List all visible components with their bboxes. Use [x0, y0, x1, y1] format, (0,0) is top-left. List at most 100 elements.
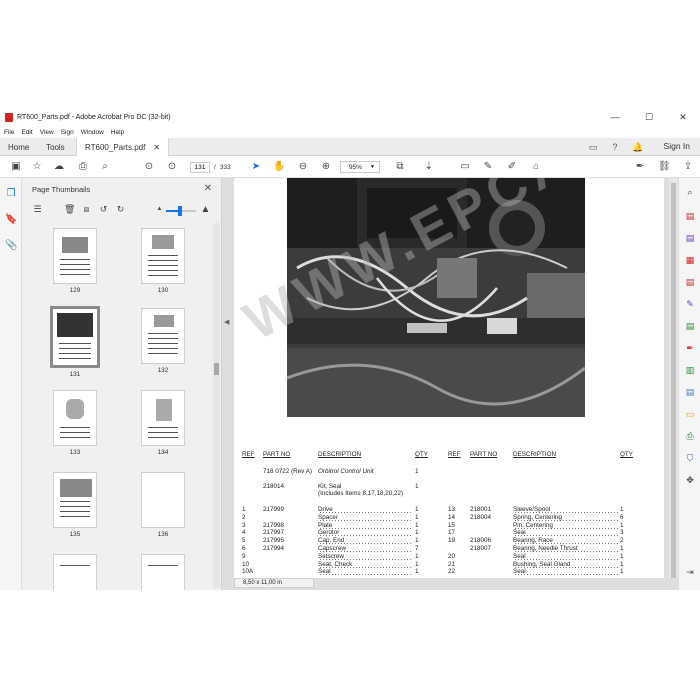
acrobat-app-icon: [5, 112, 13, 122]
header-part-no: PART NO: [263, 451, 291, 458]
expand-pane-icon[interactable]: ⇥: [684, 566, 696, 578]
parts-cell-qty: 1: [415, 560, 419, 568]
kit-part-no: 218014: [263, 483, 285, 490]
zoom-in-icon[interactable]: ⊕: [320, 161, 332, 173]
scrollbar-thumb[interactable]: [671, 183, 676, 578]
organize-pages-icon[interactable]: ▦: [684, 254, 696, 266]
request-signature-icon[interactable]: ✒: [684, 342, 696, 354]
rotate-right-icon[interactable]: ↻: [115, 204, 126, 215]
scan-ocr-icon[interactable]: ▤: [684, 386, 696, 398]
upload-cloud-icon[interactable]: ☁: [53, 161, 65, 173]
menu-sign[interactable]: Sign: [61, 129, 74, 136]
menu-file[interactable]: File: [4, 129, 14, 136]
hand-tool-icon[interactable]: ✋: [273, 161, 285, 173]
bookmarks-icon[interactable]: 🔖: [5, 214, 17, 226]
export-pdf-icon[interactable]: ▤: [684, 276, 696, 288]
left-navigation-rail: ❐ 🔖 📎: [0, 178, 22, 590]
parts-cell-description: Plate: [318, 521, 413, 529]
zoom-smaller-icon[interactable]: ▲: [154, 204, 165, 215]
parts-cell-ref: 20: [448, 552, 456, 560]
menu-help[interactable]: Help: [111, 129, 124, 136]
parts-cell-description: Capscrew: [318, 545, 413, 552]
fill-sign-icon[interactable]: ✒: [634, 161, 646, 173]
parts-cell-ref: 22: [448, 568, 456, 576]
comment-icon[interactable]: ▭: [459, 161, 471, 173]
combine-files-icon[interactable]: ▤: [684, 232, 696, 244]
search-tools-icon[interactable]: ⌕: [684, 186, 696, 198]
page-display-icon[interactable]: ⧉: [394, 161, 406, 173]
thumbnail-size-slider[interactable]: [166, 206, 196, 216]
header-ref: REF: [448, 451, 461, 458]
menu-edit[interactable]: Edit: [21, 129, 32, 136]
create-pdf-icon[interactable]: ▤: [684, 210, 696, 222]
page-thumbnails-icon[interactable]: ❐: [5, 188, 17, 200]
thumbnail-page[interactable]: 130: [128, 228, 198, 294]
zoom-out-icon[interactable]: ⊖: [297, 161, 309, 173]
tab-document[interactable]: RT600_Parts.pdf ✕: [76, 138, 170, 156]
document-scrollbar[interactable]: [669, 178, 678, 578]
search-icon[interactable]: ⌕: [99, 161, 111, 173]
delete-page-icon[interactable]: 🗑: [64, 204, 75, 215]
collapse-panel-arrow-icon[interactable]: ◀: [224, 318, 229, 326]
menu-view[interactable]: View: [40, 129, 54, 136]
save-icon[interactable]: ▣: [10, 161, 22, 173]
notifications-icon[interactable]: 🔔: [632, 142, 643, 152]
parts-cell-ref: 10A: [242, 568, 254, 576]
page-size-indicator: 8,50 x 11,00 in: [234, 578, 314, 588]
rotate-left-icon[interactable]: ↺: [98, 204, 109, 215]
thumbnail-page[interactable]: [128, 554, 198, 590]
thumbnail-page[interactable]: 134: [128, 390, 198, 456]
thumbnail-image: [141, 472, 185, 528]
tab-tools[interactable]: Tools: [46, 138, 65, 156]
compare-files-icon[interactable]: ▥: [684, 364, 696, 376]
highlight-pen-icon[interactable]: ✎: [482, 161, 494, 173]
bookmark-star-icon[interactable]: ☆: [31, 161, 43, 173]
page-number-input[interactable]: [190, 161, 210, 173]
share-link-icon[interactable]: ⛓: [658, 161, 671, 173]
share-icon[interactable]: ⇪: [682, 161, 694, 173]
zoom-larger-icon[interactable]: ▲: [200, 204, 211, 215]
extract-page-icon[interactable]: ⧈: [81, 204, 92, 215]
thumbnail-page-selected[interactable]: 131: [40, 306, 110, 378]
thumbnail-page-number: 135: [69, 531, 81, 538]
maximize-button[interactable]: ☐: [632, 108, 666, 126]
close-tab-icon[interactable]: ✕: [153, 143, 160, 152]
thumbnail-page[interactable]: 135: [40, 472, 110, 538]
attachments-icon[interactable]: 📎: [5, 240, 17, 252]
protect-icon[interactable]: ⛉: [684, 452, 696, 464]
parts-cell-qty: 1: [415, 513, 419, 521]
thumbnail-page-number: 134: [157, 449, 169, 456]
scroll-mode-icon[interactable]: ⇣: [423, 161, 435, 173]
tab-home[interactable]: Home: [8, 138, 29, 156]
thumbnail-page[interactable]: 129: [40, 228, 110, 294]
close-panel-icon[interactable]: ✕: [204, 183, 212, 194]
kit-qty: 1: [415, 483, 419, 490]
thumbnail-scrollbar[interactable]: [213, 223, 220, 588]
thumbnail-page[interactable]: 133: [40, 390, 110, 456]
menu-window[interactable]: Window: [81, 129, 104, 136]
chat-icon[interactable]: ▭: [588, 142, 598, 152]
thumbnail-page[interactable]: [40, 554, 110, 590]
next-page-icon[interactable]: ⊙: [166, 161, 178, 173]
scrollbar-thumb[interactable]: [214, 363, 219, 375]
draw-tool-icon[interactable]: ✐: [506, 161, 518, 173]
thumbnail-page-number: 131: [69, 371, 81, 378]
thumbnail-page[interactable]: 132: [128, 308, 198, 374]
print-production-icon[interactable]: ⎙: [684, 430, 696, 442]
thumbnail-page[interactable]: 136: [128, 472, 198, 538]
close-window-button[interactable]: ✕: [666, 108, 700, 126]
previous-page-icon[interactable]: ⊙: [143, 161, 155, 173]
more-tools-icon[interactable]: ✥: [684, 474, 696, 486]
comment-tool-icon[interactable]: ▭: [684, 408, 696, 420]
help-icon[interactable]: ?: [610, 142, 620, 152]
fill-and-sign-icon[interactable]: ✎: [684, 298, 696, 310]
print-icon[interactable]: ⎙: [77, 161, 89, 173]
zoom-select[interactable]: 95% ▼: [340, 161, 380, 173]
edit-pdf-icon[interactable]: ▤: [684, 320, 696, 332]
minimize-button[interactable]: —: [598, 108, 632, 126]
stamp-icon[interactable]: ⌂: [530, 161, 542, 173]
options-menu-icon[interactable]: ☰: [32, 204, 43, 215]
slider-handle[interactable]: [177, 206, 182, 216]
sign-in-button[interactable]: Sign In: [664, 141, 690, 151]
select-pointer-icon[interactable]: ➤: [250, 161, 262, 173]
